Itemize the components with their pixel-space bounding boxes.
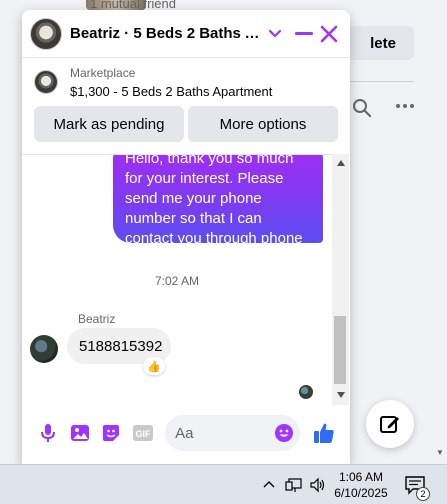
message-input[interactable] xyxy=(175,424,272,442)
system-clock[interactable]: 1:06 AM 6/10/2025 xyxy=(330,469,392,501)
emoji-icon[interactable] xyxy=(274,423,294,443)
microphone-icon[interactable] xyxy=(32,417,64,449)
chevron-down-icon[interactable] xyxy=(265,24,285,44)
search-icon[interactable] xyxy=(352,98,372,118)
scroll-up-arrow-icon[interactable] xyxy=(332,156,349,170)
incoming-message-text: 5188815392 xyxy=(79,337,163,355)
sender-name: Beatriz xyxy=(78,312,116,326)
mark-as-pending-button[interactable]: Mark as pending xyxy=(34,106,184,142)
clock-date: 6/10/2025 xyxy=(334,486,388,500)
more-options-dots-icon[interactable] xyxy=(394,98,416,114)
listing-label: Marketplace xyxy=(70,65,136,80)
message-scrollbar[interactable] xyxy=(332,154,349,405)
more-options-button[interactable]: More options xyxy=(188,106,338,142)
message-input-wrapper xyxy=(165,415,301,451)
delete-button-label: lete xyxy=(370,34,396,52)
photo-icon[interactable] xyxy=(64,417,96,449)
divider xyxy=(350,81,414,82)
scroll-down-arrow-icon[interactable] xyxy=(332,388,349,402)
sticker-icon[interactable] xyxy=(96,417,128,449)
seen-receipt-avatar xyxy=(299,385,313,399)
page-scroll-down-arrow[interactable]: ▼ xyxy=(436,448,444,457)
conversation-avatar[interactable] xyxy=(30,17,62,50)
listing-thumbnail xyxy=(34,70,58,94)
message-thread: Hello, thank you so much for your intere… xyxy=(22,154,350,405)
message-composer: GIF xyxy=(22,412,350,454)
close-icon[interactable] xyxy=(316,21,342,47)
compose-icon xyxy=(380,416,399,433)
clock-time: 1:06 AM xyxy=(338,470,384,484)
taskbar: 1:06 AM 6/10/2025 2 xyxy=(0,464,447,504)
marketplace-listing[interactable]: Marketplace $1,300 - 5 Beds 2 Baths Apar… xyxy=(22,58,350,106)
listing-title: $1,300 - 5 Beds 2 Baths Apartment xyxy=(70,83,273,99)
show-hidden-icons-chevron-icon[interactable] xyxy=(262,477,276,491)
chat-window: Beatriz · 5 Beds 2 Baths Ap... Marketpla… xyxy=(22,10,350,464)
volume-icon[interactable] xyxy=(309,476,327,494)
minimize-icon[interactable] xyxy=(291,21,317,47)
chat-header: Beatriz · 5 Beds 2 Baths Ap... xyxy=(22,10,350,58)
network-icon[interactable] xyxy=(285,476,303,494)
listing-actions: Mark as pending More options xyxy=(22,106,350,142)
thumbs-up-send-icon[interactable] xyxy=(308,417,340,449)
notification-count-badge: 2 xyxy=(416,487,430,501)
thumbs-up-reaction-icon[interactable]: 👍 xyxy=(143,357,165,375)
outgoing-message-bubble: Hello, thank you so much for your intere… xyxy=(113,155,323,247)
message-timestamp: 7:02 AM xyxy=(154,274,200,288)
svg-text:GIF: GIF xyxy=(136,429,152,439)
conversation-title[interactable]: Beatriz · 5 Beds 2 Baths Ap... xyxy=(70,25,263,42)
new-message-button[interactable] xyxy=(366,400,414,448)
gif-icon[interactable]: GIF xyxy=(127,417,159,449)
sender-avatar[interactable] xyxy=(30,335,58,363)
scrollbar-thumb[interactable] xyxy=(334,316,346,384)
